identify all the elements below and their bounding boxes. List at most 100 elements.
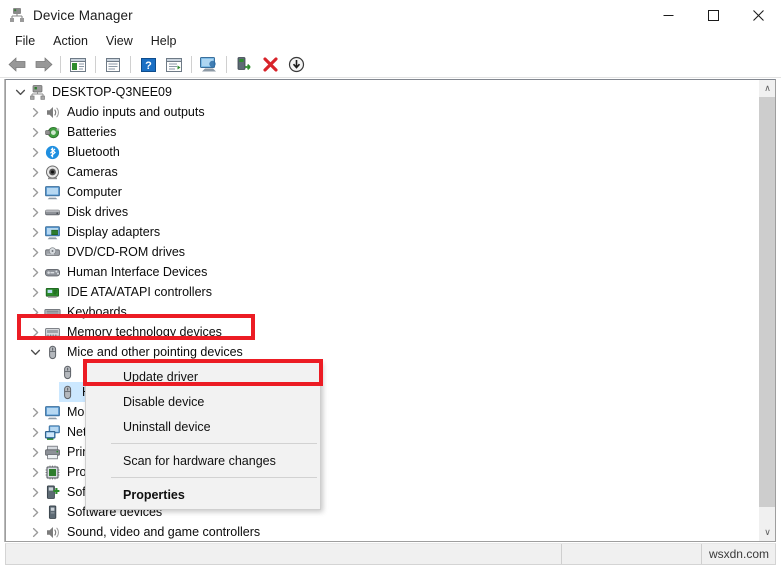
forward-icon[interactable] — [30, 54, 56, 76]
minimize-button[interactable] — [646, 0, 691, 30]
menu-help[interactable]: Help — [142, 32, 186, 50]
tree-node-label: IDE ATA/ATAPI controllers — [67, 285, 212, 299]
context-menu-item[interactable]: Scan for hardware changes — [86, 448, 320, 473]
tree-node-label: Cameras — [67, 165, 118, 179]
title-bar: Device Manager — [0, 0, 781, 30]
status-bar: wsxdn.com — [5, 543, 776, 565]
chevron-down-icon[interactable] — [27, 342, 43, 362]
device-manager-window: Device Manager File Action View Help ? D… — [0, 0, 781, 570]
tree-node[interactable]: Bluetooth — [6, 142, 758, 162]
tree-root-node[interactable]: DESKTOP-Q3NEE09 — [6, 82, 758, 102]
tree-node-label: Display adapters — [67, 225, 161, 239]
device-manager-icon — [9, 7, 25, 23]
keyboard-icon — [43, 303, 61, 321]
show-hide-console-tree-icon[interactable] — [65, 54, 91, 76]
tree-node-label: Keyboards — [67, 305, 127, 319]
tree-node[interactable]: Audio inputs and outputs — [6, 102, 758, 122]
monitor-icon — [43, 183, 61, 201]
battery-icon — [43, 123, 61, 141]
software-component-icon — [43, 483, 61, 501]
maximize-button[interactable] — [691, 0, 736, 30]
memory-device-icon — [43, 323, 61, 341]
monitor-icon — [43, 403, 61, 421]
status-pane-watermark: wsxdn.com — [702, 544, 775, 564]
chevron-right-icon[interactable] — [27, 262, 43, 282]
view-details-icon[interactable] — [161, 54, 187, 76]
context-menu-item[interactable]: Uninstall device — [86, 414, 320, 439]
chevron-right-icon[interactable] — [27, 502, 43, 522]
tree-node-label: Bluetooth — [67, 145, 120, 159]
hid-icon — [43, 263, 61, 281]
tree-node[interactable]: IDE ATA/ATAPI controllers — [6, 282, 758, 302]
toolbar: ? — [0, 52, 781, 78]
scrollbar-thumb[interactable] — [759, 97, 775, 507]
chevron-right-icon[interactable] — [27, 422, 43, 442]
properties-icon[interactable] — [100, 54, 126, 76]
context-menu-separator — [111, 443, 317, 444]
network-icon — [43, 423, 61, 441]
tree-node[interactable]: Keyboards — [6, 302, 758, 322]
status-pane-secondary — [562, 544, 702, 564]
tree-node[interactable]: Sound, video and game controllers — [6, 522, 758, 541]
menu-action[interactable]: Action — [44, 32, 97, 50]
chevron-down-icon[interactable] — [12, 82, 28, 102]
ide-controller-icon — [43, 283, 61, 301]
tree-node[interactable]: Mice and other pointing devices — [6, 342, 758, 362]
tree-node-label: Batteries — [67, 125, 117, 139]
scan-for-hardware-changes-icon[interactable] — [196, 54, 222, 76]
tree-node-label: Sound, video and game controllers — [67, 525, 261, 539]
svg-text:?: ? — [145, 60, 152, 72]
vertical-scrollbar[interactable]: ∧ ∨ — [758, 80, 775, 541]
chevron-right-icon[interactable] — [27, 162, 43, 182]
menu-file[interactable]: File — [6, 32, 44, 50]
tree-node[interactable]: DVD/CD-ROM drives — [6, 242, 758, 262]
chevron-right-icon[interactable] — [27, 102, 43, 122]
chevron-right-icon[interactable] — [27, 182, 43, 202]
chevron-right-icon[interactable] — [27, 242, 43, 262]
chevron-right-icon[interactable] — [27, 462, 43, 482]
context-menu-item[interactable]: Properties — [86, 482, 320, 507]
tree-node[interactable]: Human Interface Devices — [6, 262, 758, 282]
device-context-menu[interactable]: Update driver Disable device Uninstall dev… — [85, 361, 321, 510]
help-icon[interactable]: ? — [135, 54, 161, 76]
speaker-icon — [43, 103, 61, 121]
display-adapter-icon — [43, 223, 61, 241]
bluetooth-icon — [43, 143, 61, 161]
chevron-right-icon[interactable] — [27, 122, 43, 142]
chevron-right-icon[interactable] — [27, 482, 43, 502]
disable-device-icon[interactable] — [283, 54, 309, 76]
chevron-right-icon[interactable] — [27, 322, 43, 342]
context-menu-item[interactable]: Disable device — [86, 389, 320, 414]
chevron-right-icon[interactable] — [27, 142, 43, 162]
chevron-right-icon[interactable] — [27, 442, 43, 462]
chevron-right-icon[interactable] — [27, 302, 43, 322]
mouse-icon — [43, 343, 61, 361]
chevron-right-icon[interactable] — [27, 222, 43, 242]
uninstall-device-icon[interactable] — [257, 54, 283, 76]
window-title: Device Manager — [33, 7, 133, 23]
tree-node[interactable]: Memory technology devices — [6, 322, 758, 342]
mouse-icon — [58, 383, 76, 401]
toolbar-separator — [95, 56, 96, 73]
disk-drive-icon — [43, 203, 61, 221]
tree-node[interactable]: Display adapters — [6, 222, 758, 242]
chevron-right-icon[interactable] — [27, 402, 43, 422]
context-menu-item[interactable]: Update driver — [86, 364, 320, 389]
tree-node[interactable]: Computer — [6, 182, 758, 202]
watermark-label: wsxdn.com — [708, 547, 769, 561]
tree-node[interactable]: Batteries — [6, 122, 758, 142]
scroll-up-button[interactable]: ∧ — [759, 80, 775, 97]
back-icon[interactable] — [4, 54, 30, 76]
scroll-down-button[interactable]: ∨ — [759, 524, 775, 541]
chevron-right-icon[interactable] — [27, 282, 43, 302]
chevron-right-icon[interactable] — [27, 202, 43, 222]
menu-view[interactable]: View — [97, 32, 142, 50]
toolbar-separator — [191, 56, 192, 73]
close-button[interactable] — [736, 0, 781, 30]
tree-node[interactable]: Cameras — [6, 162, 758, 182]
tree-node[interactable]: Disk drives — [6, 202, 758, 222]
menu-bar: File Action View Help — [0, 30, 781, 52]
tree-node-label: Disk drives — [67, 205, 129, 219]
chevron-right-icon[interactable] — [27, 522, 43, 541]
update-driver-icon[interactable] — [231, 54, 257, 76]
